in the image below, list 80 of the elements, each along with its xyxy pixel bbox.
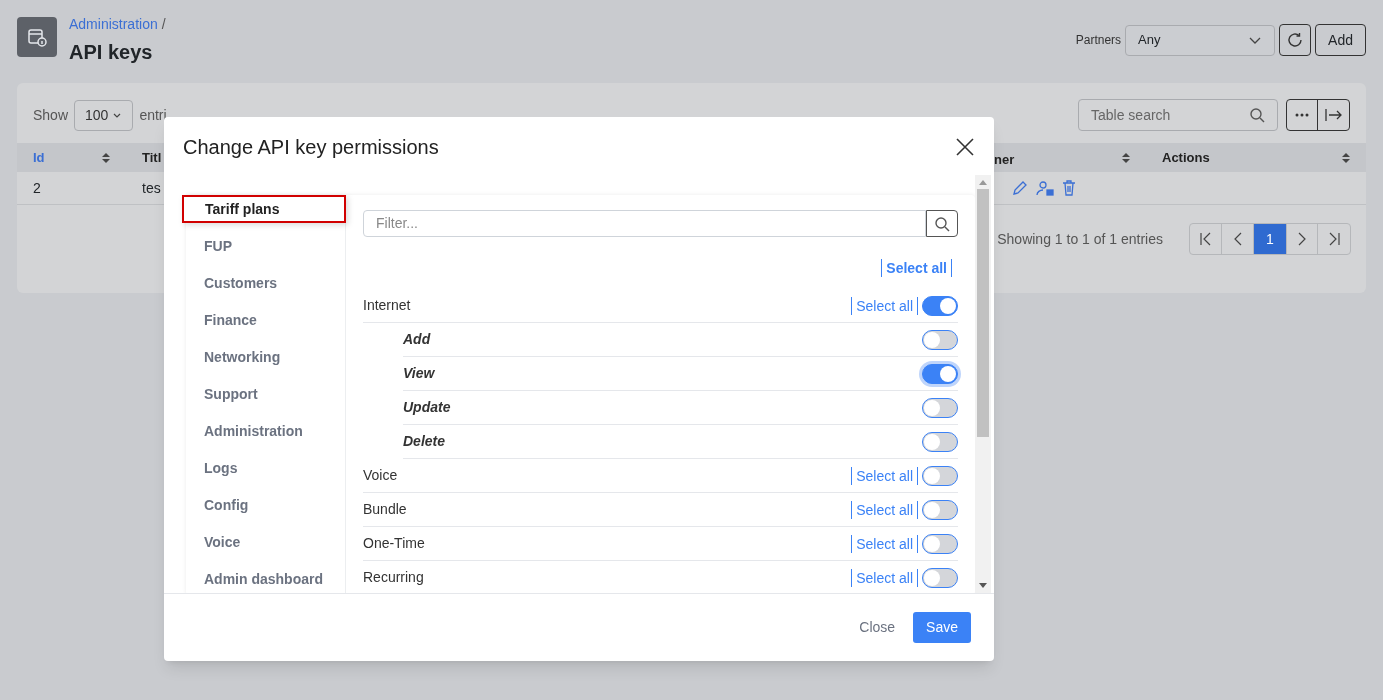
dialog-title: Change API key permissions xyxy=(183,135,439,160)
select-all-link[interactable]: Select all xyxy=(851,534,918,553)
search-icon xyxy=(934,215,950,232)
sort-icon[interactable] xyxy=(1122,151,1130,164)
ellipsis-icon xyxy=(1295,113,1309,117)
category-tab[interactable]: Voice xyxy=(186,528,350,556)
permission-label: Update xyxy=(403,398,451,417)
page-size-select[interactable]: 100 xyxy=(74,99,134,131)
permission-group-label: One-Time xyxy=(363,534,425,553)
search-icon xyxy=(1249,107,1265,123)
toggle-switch[interactable] xyxy=(922,465,958,486)
table-cell: 2 xyxy=(33,179,41,196)
refresh-button[interactable] xyxy=(1279,24,1312,56)
permission-group-label: Internet xyxy=(363,296,411,315)
permission-label: View xyxy=(403,364,435,383)
entries-info: Showing 1 to 1 of 1 entries xyxy=(997,229,1163,249)
category-tab[interactable]: Administration xyxy=(186,417,350,445)
category-tab[interactable]: Config xyxy=(186,491,350,519)
category-tab[interactable]: Support xyxy=(186,380,350,408)
last-page-icon xyxy=(1327,232,1341,246)
scroll-down-icon[interactable] xyxy=(979,583,987,589)
toggle-switch[interactable] xyxy=(922,499,958,520)
permission-group-label: Voice xyxy=(363,466,398,485)
permission-group-label: Bundle xyxy=(363,500,407,519)
toggle-switch[interactable] xyxy=(922,295,958,316)
partners-label: Partners xyxy=(1075,32,1122,49)
chevron-left-icon xyxy=(1232,232,1243,246)
close-icon[interactable] xyxy=(955,137,975,157)
category-tab[interactable]: FUP xyxy=(186,232,350,260)
save-button[interactable]: Save xyxy=(913,612,971,643)
refresh-icon xyxy=(1286,31,1305,49)
select-all-link[interactable]: Select all xyxy=(851,296,918,315)
column-header[interactable]: Actions xyxy=(1162,147,1210,168)
toggle-switch[interactable] xyxy=(922,533,958,554)
scrollbar-thumb[interactable] xyxy=(977,189,989,437)
column-header: ner xyxy=(994,151,1015,169)
column-header[interactable]: Id xyxy=(33,147,45,168)
filter-field[interactable]: Filter... xyxy=(363,210,926,237)
sort-icon[interactable] xyxy=(102,151,110,164)
page-button[interactable]: 1 xyxy=(1254,224,1286,254)
category-tab[interactable]: Admin dashboard xyxy=(186,565,350,593)
select-all-link[interactable]: Select all xyxy=(881,259,952,277)
toggle-switch[interactable] xyxy=(922,363,958,384)
sort-icon[interactable] xyxy=(1342,151,1350,164)
close-button[interactable]: Close xyxy=(857,617,898,638)
category-tab[interactable]: Logs xyxy=(186,454,350,482)
permission-label: Add xyxy=(403,330,431,349)
permission-label: Delete xyxy=(403,432,446,451)
pencil-icon[interactable] xyxy=(1012,180,1028,196)
show-label: Show xyxy=(33,105,69,125)
chevron-right-icon xyxy=(1297,232,1307,246)
select-all-link[interactable]: Select all xyxy=(851,500,918,519)
page-title: API keys xyxy=(69,40,154,65)
permission-group-label: Recurring xyxy=(363,568,424,587)
arrow-right-bar-icon xyxy=(1324,108,1343,122)
toggle-switch[interactable] xyxy=(922,397,958,418)
select-all-link[interactable]: Select all xyxy=(851,466,918,485)
toggle-switch[interactable] xyxy=(922,329,958,350)
add-button[interactable]: Add xyxy=(1315,24,1366,56)
category-tab[interactable]: Finance xyxy=(186,306,350,334)
partners-select[interactable]: Any xyxy=(1125,24,1276,56)
breadcrumb-link[interactable]: Administration xyxy=(69,14,158,35)
scroll-up-icon[interactable] xyxy=(979,179,987,185)
toggle-switch[interactable] xyxy=(922,567,958,588)
select-all-link[interactable]: Select all xyxy=(851,568,918,587)
table-cell: tes xyxy=(142,179,161,196)
breadcrumb-separator: / xyxy=(161,15,166,34)
entries-label: entri xyxy=(139,105,167,125)
toggle-switch[interactable] xyxy=(922,431,958,452)
table-search-field[interactable]: Table search xyxy=(1078,99,1278,131)
category-tab[interactable]: Networking xyxy=(186,343,350,371)
first-page-icon xyxy=(1198,232,1213,246)
user-lock-icon[interactable] xyxy=(1036,180,1054,196)
next-page-button[interactable] xyxy=(1286,224,1318,254)
category-tab[interactable]: Customers xyxy=(186,269,350,297)
page-icon xyxy=(17,17,57,57)
column-header[interactable]: Titl xyxy=(142,147,162,168)
category-tab[interactable]: Tariff plans xyxy=(182,195,346,223)
filter-search-button[interactable] xyxy=(926,210,958,237)
trash-icon[interactable] xyxy=(1062,180,1076,196)
